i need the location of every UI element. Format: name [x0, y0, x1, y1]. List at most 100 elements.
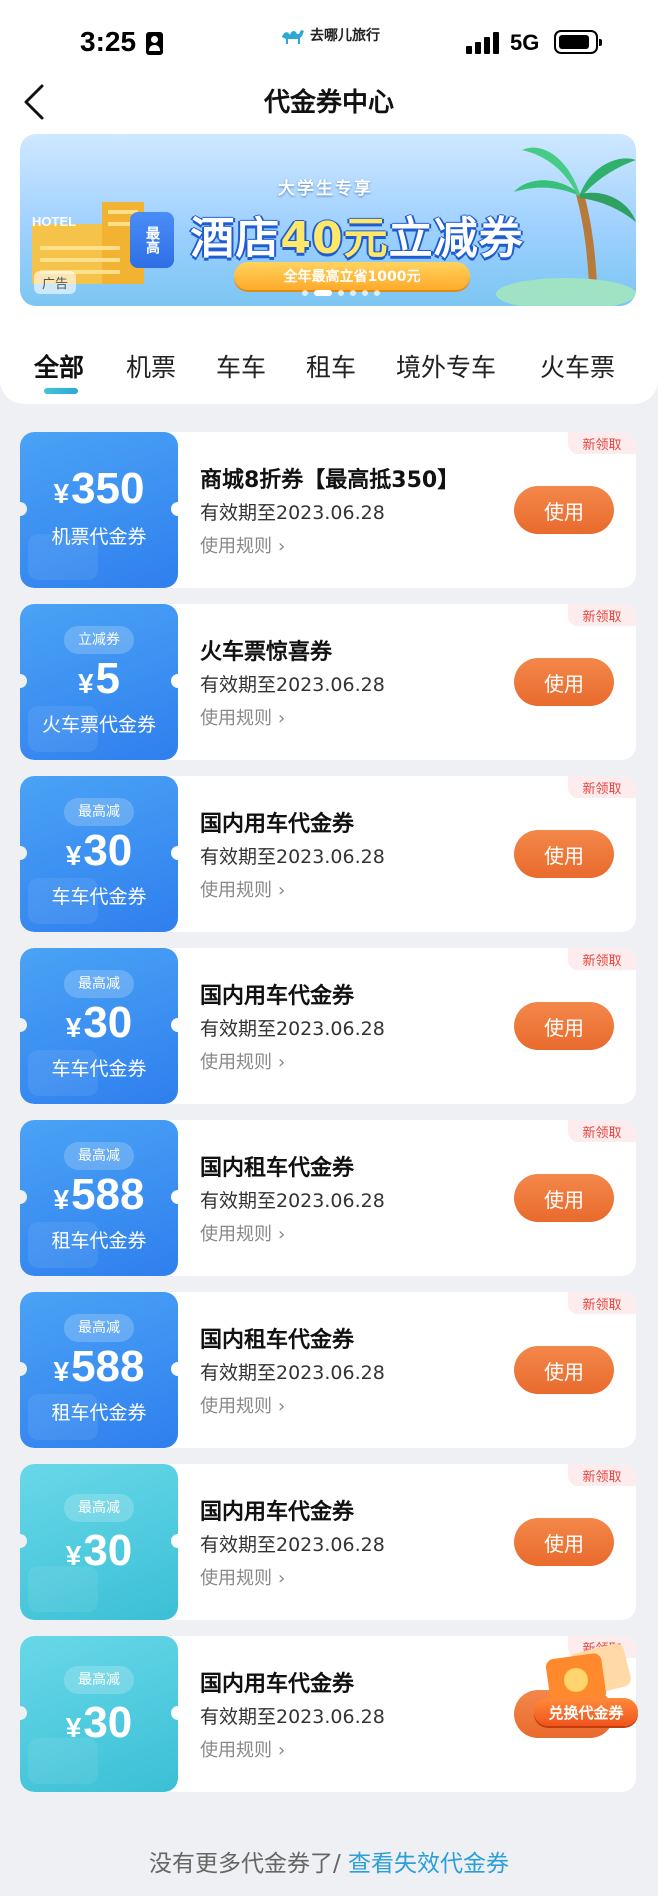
coupon-rules-link[interactable]: 使用规则 ›: [200, 876, 285, 902]
coupon-card: 最高减 ¥30 国内用车代金券 有效期至2023.06.28 使用规则› 使用 …: [20, 1464, 636, 1620]
network-type: 5G: [510, 30, 540, 55]
coupon-card: 最高减 ¥30 车车代金券 国内用车代金券 有效期至2023.06.28 使用规…: [20, 948, 636, 1104]
carousel-dot: [374, 290, 380, 296]
use-button[interactable]: 使用: [514, 1346, 614, 1394]
coupon-amount: ¥30: [65, 1526, 133, 1575]
coupon-value-stub: 最高减 ¥30: [20, 1636, 178, 1792]
use-button[interactable]: 使用: [514, 830, 614, 878]
coupon-amount: ¥588: [53, 1170, 145, 1219]
banner-title-post: 立减券: [388, 213, 524, 264]
coupon-amount: ¥30: [65, 1698, 133, 1747]
coupon-rules-link[interactable]: 使用规则 ›: [200, 704, 285, 730]
category-tabs: 全部 机票 车车 租车 境外专车 火车票: [0, 340, 658, 396]
promo-banner[interactable]: HOTEL 大学生专享 最高 酒店40元立减券 全年最高立省1000元 广告: [20, 134, 636, 306]
chevron-right-icon: ›: [278, 880, 286, 901]
carousel-dot: [362, 290, 368, 296]
coupon-value-stub: 最高减 ¥30 车车代金券: [20, 948, 178, 1104]
coupon-rules-link[interactable]: 使用规则 ›: [200, 1392, 285, 1418]
coupon-card: ¥350 机票代金券 商城8折券【最高抵350】 有效期至2023.06.28 …: [20, 432, 636, 588]
coupon-category: 车车代金券: [51, 886, 147, 908]
coupon-value-stub: 最高减 ¥588 租车代金券: [20, 1292, 178, 1448]
coupon-title: 商城8折券【最高抵350】: [200, 468, 460, 493]
new-badge: 新领取: [568, 604, 636, 626]
coupon-title: 国内租车代金券: [200, 1328, 355, 1353]
tab-rental[interactable]: 租车: [306, 348, 356, 384]
battery-icon: [554, 30, 602, 54]
carousel-dots: [302, 290, 380, 296]
banner-pill: 全年最高立省1000元: [234, 262, 470, 290]
coupon-tag: 最高减: [64, 1666, 134, 1694]
coupon-value-stub: 最高减 ¥30 车车代金券: [20, 776, 178, 932]
carousel-dot: [350, 290, 356, 296]
view-expired-coupons-link[interactable]: 查看失效代金券: [348, 1851, 509, 1877]
tab-flights[interactable]: 机票: [126, 348, 176, 384]
coupon-validity: 有效期至2023.06.28: [200, 674, 385, 696]
header-panel: 3:25 去哪儿旅行 5G 代金券中心 HOTEL 大学生专享 最高 酒店40元…: [0, 0, 658, 404]
chevron-right-icon: ›: [278, 536, 286, 557]
coupon-amount: ¥30: [65, 998, 133, 1047]
coupon-amount: ¥350: [53, 464, 145, 513]
chevron-right-icon: ›: [278, 708, 286, 729]
coupon-title: 国内用车代金券: [200, 1500, 355, 1525]
use-button[interactable]: 使用: [514, 486, 614, 534]
chevron-right-icon: ›: [278, 1568, 286, 1589]
coupon-rules-link[interactable]: 使用规则 ›: [200, 1564, 285, 1590]
coupon-tag: 最高减: [64, 1314, 134, 1342]
coupon-validity: 有效期至2023.06.28: [200, 1706, 385, 1728]
banner-title-amount: 40元: [280, 213, 389, 264]
banner-title: 酒店40元立减券: [162, 202, 552, 266]
new-badge: 新领取: [568, 1464, 636, 1486]
chevron-right-icon: ›: [278, 1052, 286, 1073]
carousel-dot: [302, 290, 308, 296]
new-badge: 新领取: [568, 1292, 636, 1314]
coupon-category: 机票代金券: [51, 526, 147, 548]
coupon-rules-link[interactable]: 使用规则 ›: [200, 532, 285, 558]
camel-logo-icon: [282, 30, 304, 44]
use-button[interactable]: 使用: [514, 1518, 614, 1566]
coupon-category: 租车代金券: [51, 1230, 147, 1252]
coupon-validity: 有效期至2023.06.28: [200, 1362, 385, 1384]
tab-all[interactable]: 全部: [34, 348, 84, 384]
coupon-card: 立减券 ¥5 火车票代金券 火车票惊喜券 有效期至2023.06.28 使用规则…: [20, 604, 636, 760]
use-button[interactable]: 使用: [514, 1002, 614, 1050]
coupon-tag: 最高减: [64, 1494, 134, 1522]
coupon-category: 车车代金券: [51, 1058, 147, 1080]
coupon-title: 国内用车代金券: [200, 984, 355, 1009]
coupon-validity: 有效期至2023.06.28: [200, 1190, 385, 1212]
use-button[interactable]: 使用: [514, 1174, 614, 1222]
coupon-amount: ¥588: [53, 1342, 145, 1391]
use-button[interactable]: 使用: [514, 658, 614, 706]
tab-car[interactable]: 车车: [216, 348, 266, 384]
coupon-validity: 有效期至2023.06.28: [200, 502, 385, 524]
chevron-right-icon: ›: [278, 1396, 286, 1417]
brand-name: 去哪儿旅行: [310, 27, 380, 43]
coupon-category: 租车代金券: [51, 1402, 147, 1424]
coupon-tag: 最高减: [64, 798, 134, 826]
coupon-title: 国内用车代金券: [200, 1672, 355, 1697]
chevron-right-icon: ›: [278, 1740, 286, 1761]
coupon-card: 最高减 ¥30 车车代金券 国内用车代金券 有效期至2023.06.28 使用规…: [20, 776, 636, 932]
list-footer: 没有更多代金券了/ 查看失效代金券: [0, 1844, 658, 1878]
tab-train[interactable]: 火车票: [540, 348, 615, 384]
coupon-validity: 有效期至2023.06.28: [200, 1018, 385, 1040]
signal-icon: [466, 32, 500, 54]
carousel-dot-active: [314, 290, 332, 296]
coupon-category: 火车票代金券: [41, 714, 156, 736]
coupon-rules-link[interactable]: 使用规则 ›: [200, 1220, 285, 1246]
chevron-right-icon: ›: [278, 1224, 286, 1245]
tab-overseas-car[interactable]: 境外专车: [396, 348, 496, 384]
coupon-validity: 有效期至2023.06.28: [200, 1534, 385, 1556]
coupon-title: 国内租车代金券: [200, 1156, 355, 1181]
coupon-value-stub: 立减券 ¥5 火车票代金券: [20, 604, 178, 760]
coupon-tag: 最高减: [64, 1142, 134, 1170]
coupon-rules-link[interactable]: 使用规则 ›: [200, 1736, 285, 1762]
no-more-text: 没有更多代金券了/: [148, 1851, 341, 1877]
coupon-validity: 有效期至2023.06.28: [200, 846, 385, 868]
active-tab-indicator: [44, 388, 78, 394]
coupon-title: 火车票惊喜券: [200, 640, 333, 665]
exchange-coupon-float-button[interactable]: 兑换代金券: [528, 1642, 642, 1730]
coupon-rules-link[interactable]: 使用规则 ›: [200, 1048, 285, 1074]
new-badge: 新领取: [568, 776, 636, 798]
coupon-amount: ¥5: [77, 654, 121, 703]
coupon-value-stub: 最高减 ¥588 租车代金券: [20, 1120, 178, 1276]
